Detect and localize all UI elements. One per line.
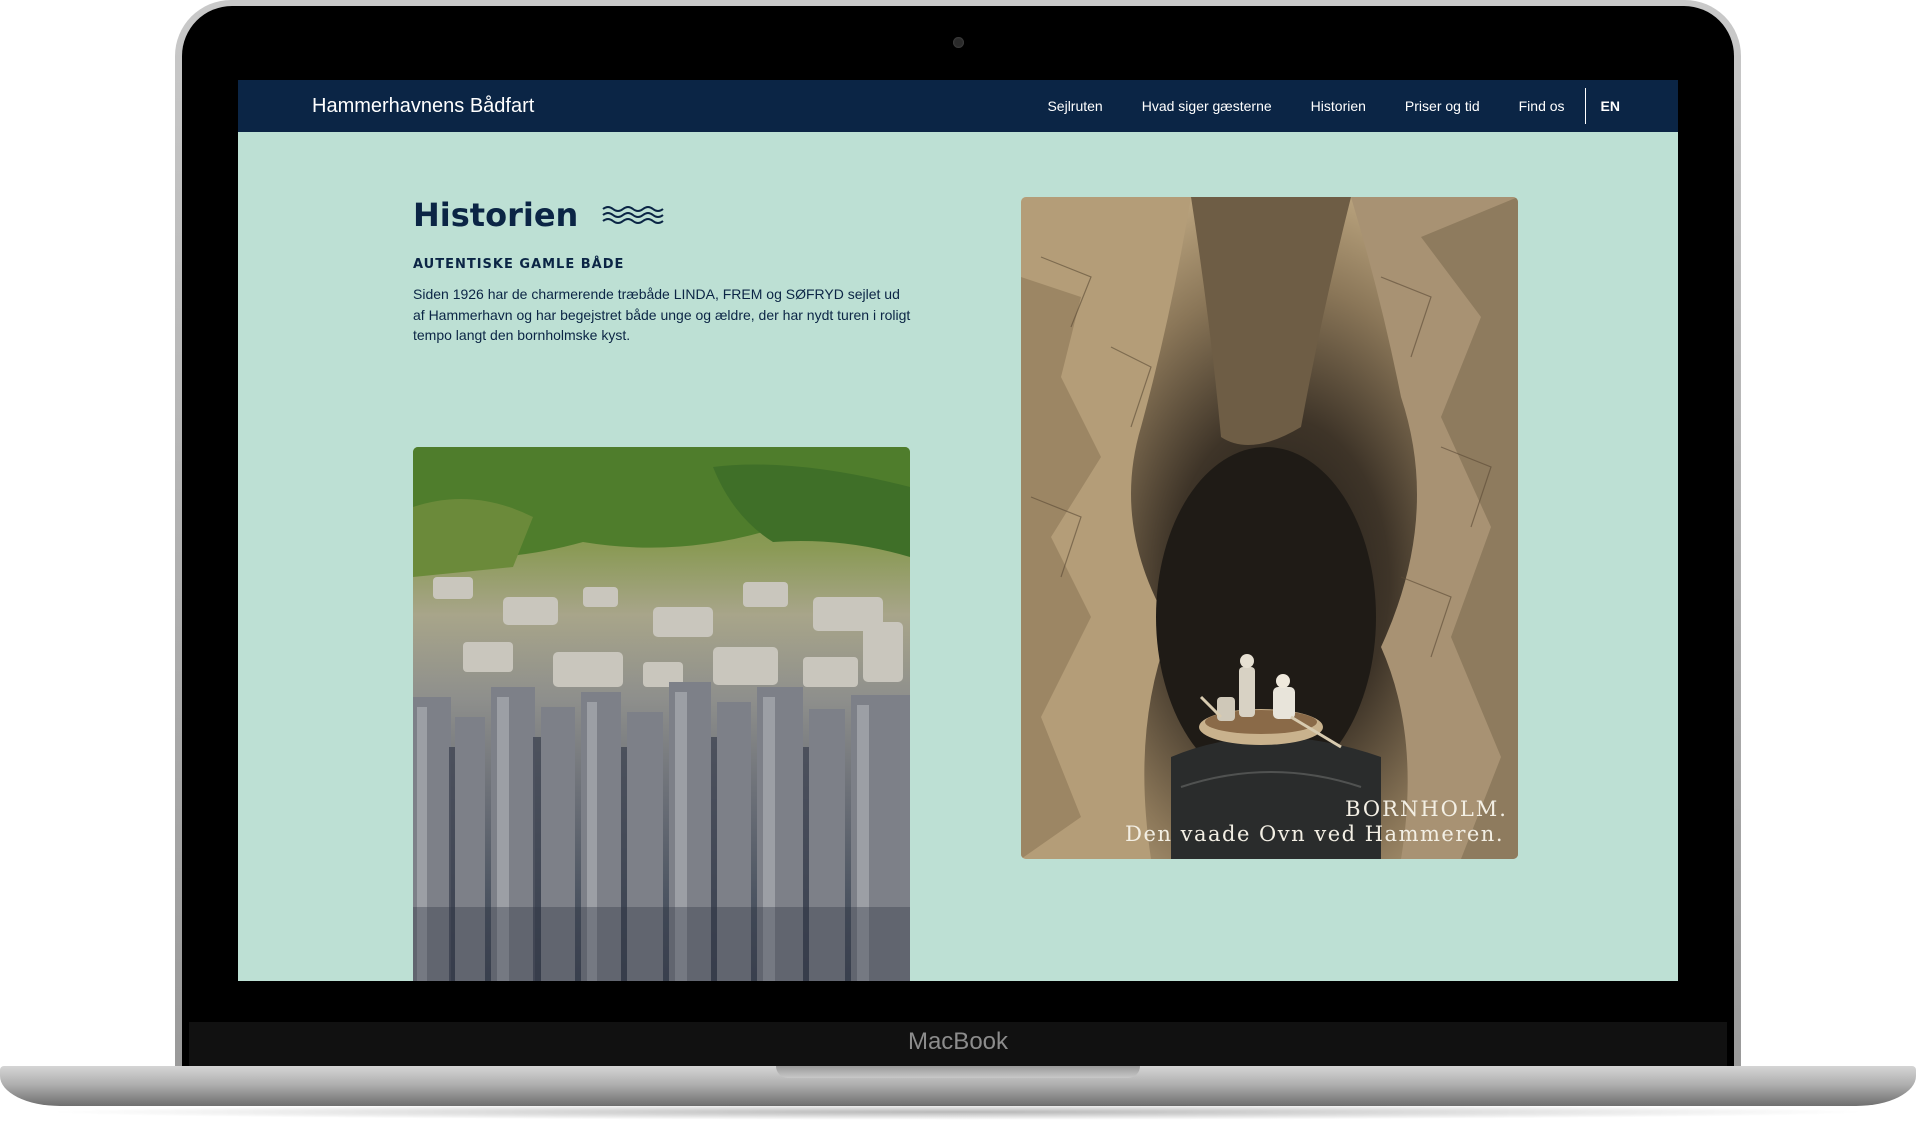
- laptop-shadow: [40, 1104, 1876, 1120]
- site-logo[interactable]: Hammerhavnens Bådfart: [312, 90, 534, 122]
- nav-sejlruten[interactable]: Sejlruten: [1047, 98, 1102, 114]
- section-subheading: AUTENTISKE GAMLE BÅDE: [413, 257, 625, 272]
- device-brand-label: MacBook: [907, 1028, 1009, 1055]
- vintage-postcard-photo: BORNHOLM. Den vaade Ovn ved Hammeren.: [1021, 197, 1518, 859]
- intro-paragraph: Siden 1926 har de charmerende træbåde LI…: [413, 286, 911, 343]
- wave-icon: [602, 206, 664, 224]
- site-header: Hammerhavnens Bådfart Sejlruten Hvad sig…: [238, 80, 1678, 132]
- postcard-caption-title: BORNHOLM.: [1345, 797, 1508, 821]
- nav-priser-og-tid[interactable]: Priser og tid: [1405, 98, 1480, 114]
- camera-icon: [953, 37, 964, 48]
- nav-find-os[interactable]: Find os: [1519, 98, 1565, 114]
- nav-historien[interactable]: Historien: [1311, 98, 1366, 114]
- section-heading: Historien: [413, 196, 666, 234]
- macbook-mockup: Hammerhavnens Bådfart Sejlruten Hvad sig…: [0, 0, 1916, 1131]
- postcard-caption-subtitle: Den vaade Ovn ved Hammeren.: [1125, 822, 1504, 846]
- cliff-photo: [413, 447, 910, 981]
- page-title: Historien: [413, 196, 579, 234]
- browser-viewport: Hammerhavnens Bådfart Sejlruten Hvad sig…: [238, 80, 1678, 981]
- nav-hvad-siger-gaesterne[interactable]: Hvad siger gæsterne: [1142, 98, 1272, 114]
- nav-divider: [1584, 88, 1586, 124]
- language-switch[interactable]: EN: [1601, 98, 1620, 114]
- laptop-notch: [776, 1066, 1140, 1078]
- main-nav: Sejlruten Hvad siger gæsterne Historien …: [1047, 80, 1620, 132]
